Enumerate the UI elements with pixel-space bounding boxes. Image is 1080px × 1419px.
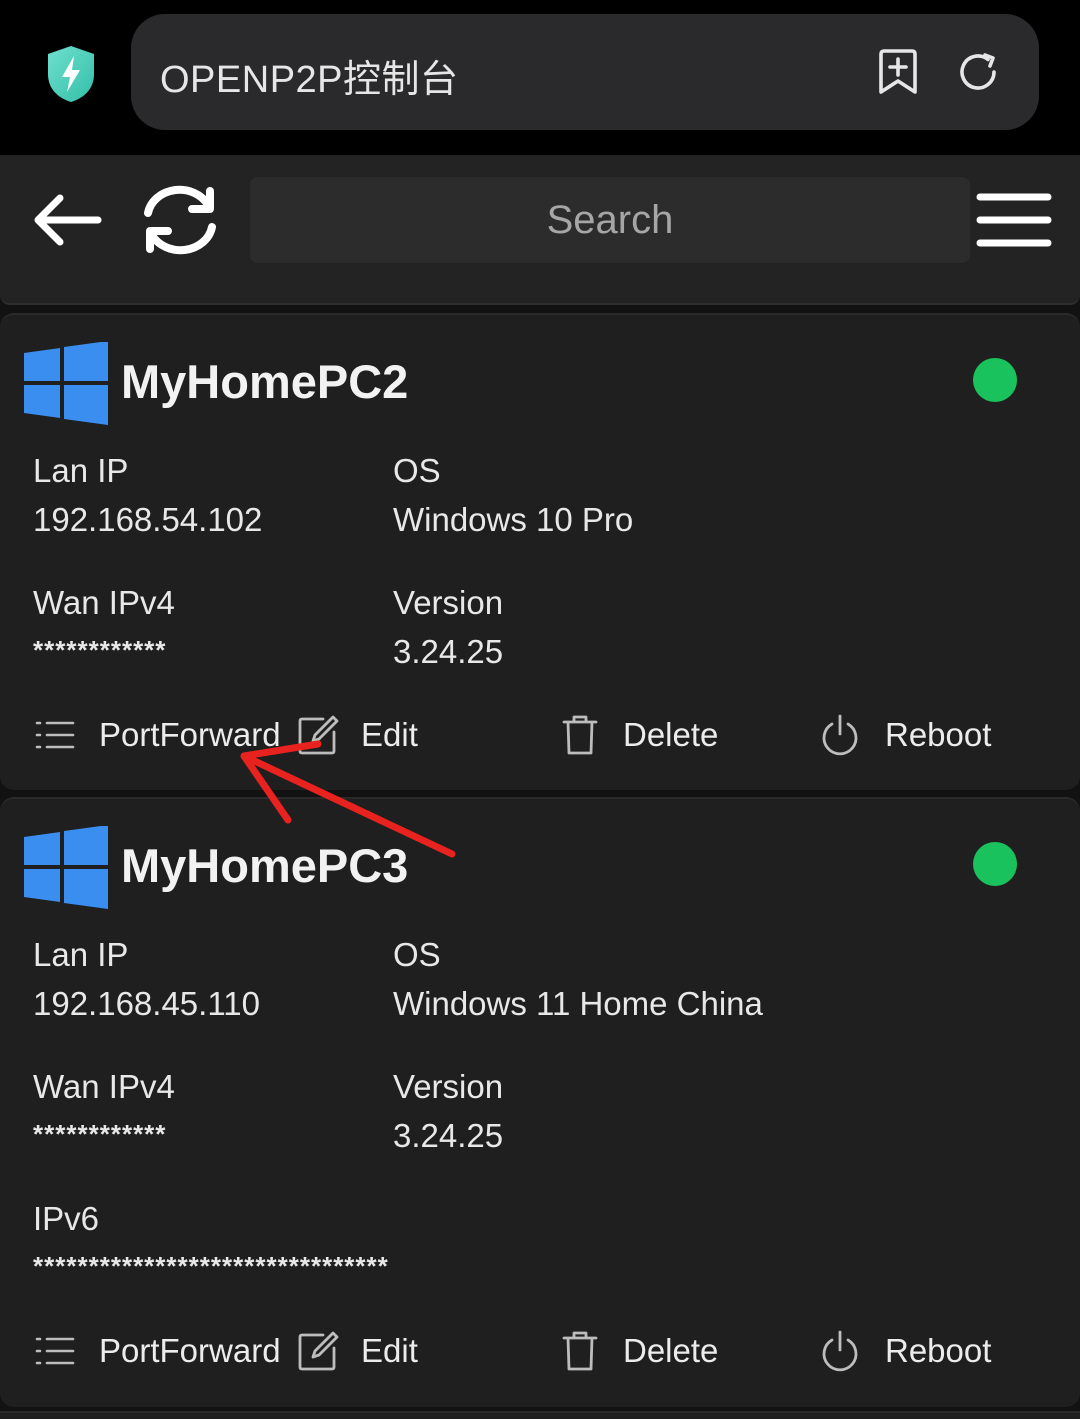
portforward-button[interactable]: PortForward: [34, 1326, 281, 1376]
ipv6-value: ********************************: [33, 1251, 389, 1281]
search-box: [250, 177, 970, 263]
browser-bar: OPENP2P控制台: [0, 0, 1080, 155]
page-title: OPENP2P控制台: [160, 59, 459, 101]
edit-label: Edit: [361, 1332, 418, 1369]
edit-icon: [296, 1330, 340, 1372]
device-card[interactable]: MyHomePC2 Lan IP 192.168.54.102 OS Windo…: [0, 313, 1080, 790]
online-status-indicator: [973, 842, 1017, 886]
os-value: Windows 10 Pro: [393, 501, 634, 538]
delete-label: Delete: [623, 716, 719, 753]
wan-ipv4-label: Wan IPv4: [33, 1068, 175, 1105]
version-value: 3.24.25: [393, 1117, 504, 1154]
online-status-indicator: [973, 358, 1017, 402]
reboot-button[interactable]: Reboot: [819, 710, 991, 760]
delete-button[interactable]: Delete: [560, 1326, 718, 1376]
windows-logo-icon: [24, 825, 108, 910]
lan-ip-value: 192.168.45.110: [33, 985, 260, 1022]
wan-ipv4-label: Wan IPv4: [33, 584, 175, 621]
os-label: OS: [393, 452, 441, 489]
reboot-label: Reboot: [885, 1332, 992, 1369]
edit-label: Edit: [361, 716, 418, 753]
device-card[interactable]: MyHomePC3 Lan IP 192.168.45.110 OS Windo…: [0, 797, 1080, 1407]
power-icon: [819, 714, 861, 756]
windows-logo-icon: [24, 341, 108, 426]
portforward-label: PortForward: [99, 1332, 281, 1369]
trash-icon: [560, 714, 600, 756]
portforward-label: PortForward: [99, 716, 281, 753]
portforward-button[interactable]: PortForward: [34, 710, 281, 760]
url-bar[interactable]: OPENP2P控制台: [131, 14, 1039, 130]
version-value: 3.24.25: [393, 633, 504, 670]
next-card-edge: [0, 1411, 1080, 1419]
back-arrow-icon[interactable]: [28, 190, 104, 250]
reboot-label: Reboot: [885, 716, 992, 753]
shield-bolt-icon[interactable]: [44, 44, 98, 104]
refresh-icon[interactable]: [132, 180, 228, 260]
lan-ip-label: Lan IP: [33, 452, 129, 489]
edit-button[interactable]: Edit: [296, 710, 418, 760]
device-name: MyHomePC2: [121, 355, 409, 408]
list-top-edge: [0, 285, 1080, 305]
version-label: Version: [393, 584, 504, 621]
reboot-button[interactable]: Reboot: [819, 1326, 991, 1376]
bookmark-add-icon[interactable]: [873, 46, 923, 98]
trash-icon: [560, 1330, 600, 1372]
ipv6-label: IPv6: [33, 1200, 100, 1237]
device-name: MyHomePC3: [121, 839, 409, 892]
os-value: Windows 11 Home China: [393, 985, 763, 1022]
edit-button[interactable]: Edit: [296, 1326, 418, 1376]
delete-button[interactable]: Delete: [560, 710, 718, 760]
app-toolbar: [0, 155, 1080, 285]
reload-icon[interactable]: [953, 46, 1003, 98]
search-input[interactable]: [250, 177, 970, 263]
lan-ip-value: 192.168.54.102: [33, 501, 263, 538]
menu-icon[interactable]: [974, 189, 1054, 251]
delete-label: Delete: [623, 1332, 719, 1369]
list-icon: [34, 1335, 76, 1367]
wan-ipv4-value: ************: [33, 635, 167, 665]
edit-icon: [296, 714, 340, 756]
os-label: OS: [393, 936, 441, 973]
list-icon: [34, 719, 76, 751]
wan-ipv4-value: ************: [33, 1119, 167, 1149]
version-label: Version: [393, 1068, 504, 1105]
power-icon: [819, 1330, 861, 1372]
lan-ip-label: Lan IP: [33, 936, 129, 973]
